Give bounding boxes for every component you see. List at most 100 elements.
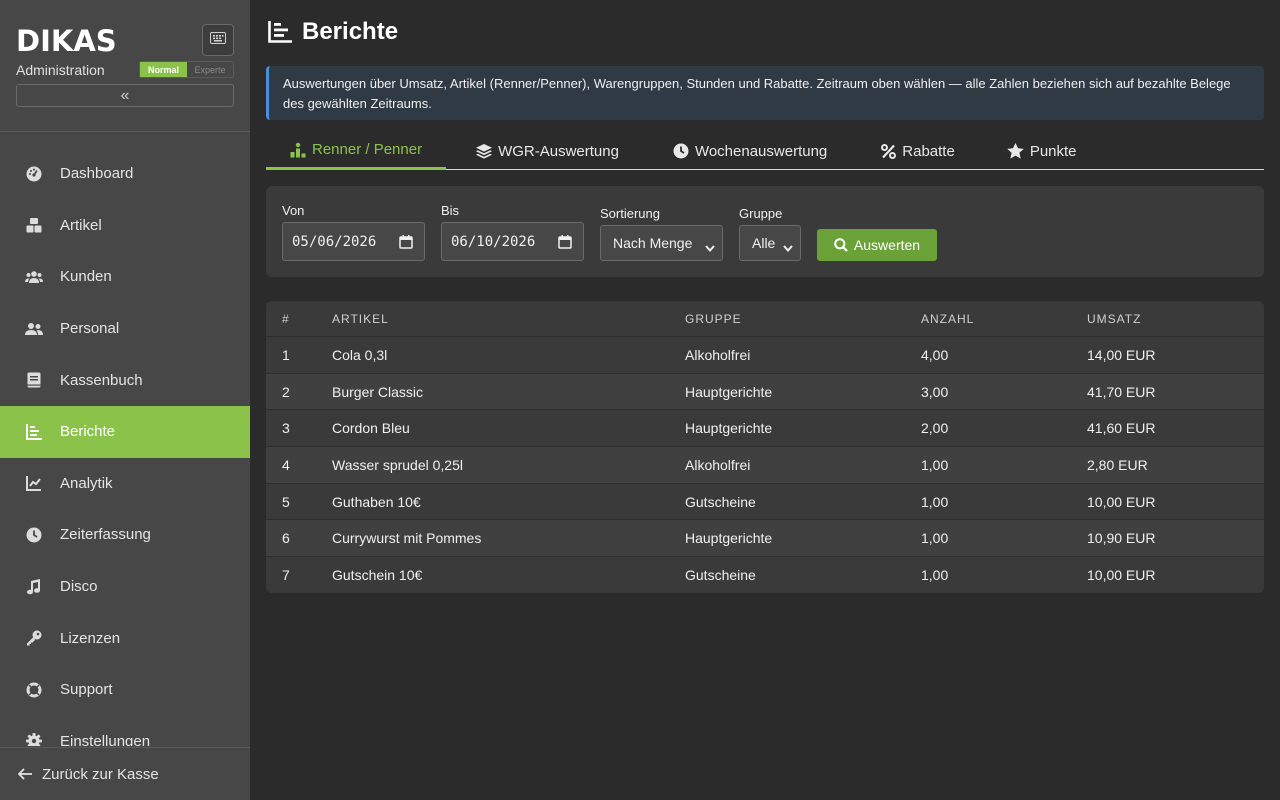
cell-umsatz: 10,00 EUR bbox=[1087, 566, 1156, 583]
collapse-sidebar-button[interactable]: « bbox=[16, 84, 234, 107]
sidebar-item-personal[interactable]: Personal bbox=[0, 303, 250, 355]
chart-line-icon bbox=[25, 474, 43, 492]
von-date-input[interactable]: 05/06/2026 bbox=[282, 222, 425, 261]
sidebar-item-dashboard[interactable]: Dashboard bbox=[0, 148, 250, 200]
von-label: Von bbox=[282, 203, 305, 218]
cell-rank: 6 bbox=[282, 530, 290, 547]
tab-label: Punkte bbox=[1029, 142, 1077, 160]
bis-date-value: 06/10/2026 bbox=[451, 233, 536, 250]
key-icon bbox=[25, 629, 43, 647]
cell-umsatz: 10,00 EUR bbox=[1087, 493, 1156, 510]
keyboard-icon bbox=[210, 31, 226, 49]
col-header-artikel[interactable]: ARTIKEL bbox=[332, 312, 389, 326]
gear-icon bbox=[25, 732, 43, 746]
cell-artikel: Cordon Bleu bbox=[332, 420, 410, 437]
tab-punkte[interactable]: Punkte bbox=[981, 132, 1103, 170]
results-table: # ARTIKEL GRUPPE ANZAHL UMSATZ 1 Cola 0,… bbox=[266, 301, 1264, 593]
keyboard-button[interactable] bbox=[202, 24, 234, 56]
cell-rank: 7 bbox=[282, 566, 290, 583]
bis-label: Bis bbox=[441, 203, 460, 218]
clock-icon bbox=[673, 143, 689, 159]
bis-date-input[interactable]: 06/10/2026 bbox=[441, 222, 584, 261]
sidebar-item-berichte[interactable]: Berichte bbox=[0, 405, 250, 458]
tab-rabatte[interactable]: Rabatte bbox=[855, 132, 981, 170]
sidebar-item-kassenbuch[interactable]: Kassenbuch bbox=[0, 354, 250, 406]
table-row: 4 Wasser sprudel 0,25l Alkoholfrei 1,00 … bbox=[266, 446, 1264, 483]
sidebar-item-label: Support bbox=[60, 681, 113, 699]
sort-select-value: Nach Menge bbox=[613, 235, 693, 251]
cell-gruppe: Gutscheine bbox=[685, 566, 756, 583]
sidebar-item-zeiterfassung[interactable]: Zeiterfassung bbox=[0, 509, 250, 561]
auswerten-label: Auswerten bbox=[853, 237, 921, 253]
users-icon bbox=[25, 268, 43, 286]
percent-icon bbox=[881, 143, 897, 159]
cell-anzahl: 1,00 bbox=[921, 493, 949, 510]
back-to-register-link[interactable]: Zurück zur Kasse bbox=[0, 747, 250, 800]
sidebar-item-label: Berichte bbox=[60, 423, 116, 441]
cell-artikel: Cola 0,3l bbox=[332, 346, 388, 363]
cell-artikel: Guthaben 10€ bbox=[332, 493, 421, 510]
cell-gruppe: Alkoholfrei bbox=[685, 346, 751, 363]
clock-icon bbox=[25, 526, 43, 544]
cell-artikel: Wasser sprudel 0,25l bbox=[332, 456, 463, 473]
info-text: Auswertungen über Umsatz, Artikel (Renne… bbox=[283, 76, 1231, 111]
sidebar-item-label: Artikel bbox=[60, 216, 102, 234]
calendar-icon[interactable] bbox=[558, 235, 572, 253]
tab-label: Wochenauswertung bbox=[694, 142, 828, 160]
star-icon bbox=[1007, 143, 1024, 159]
sidebar-item-label: Personal bbox=[60, 320, 120, 338]
chart-bar-icon bbox=[25, 423, 43, 441]
sidebar-item-kunden[interactable]: Kunden bbox=[0, 251, 250, 303]
sidebar: DIKAS Administration Normal Experte « Da… bbox=[0, 0, 250, 800]
sidebar-item-label: Zeiterfassung bbox=[60, 526, 151, 544]
cell-rank: 1 bbox=[282, 346, 290, 363]
cell-gruppe: Hauptgerichte bbox=[685, 420, 773, 437]
cell-umsatz: 41,60 EUR bbox=[1087, 420, 1156, 437]
report-tabs: Renner / Penner WGR-Auswertung Wochenaus… bbox=[266, 132, 1264, 170]
cell-rank: 4 bbox=[282, 456, 290, 473]
tab-label: Renner / Penner bbox=[312, 141, 423, 158]
cell-umsatz: 41,70 EUR bbox=[1087, 383, 1156, 400]
cell-anzahl: 4,00 bbox=[921, 346, 949, 363]
group-select[interactable]: Alle bbox=[739, 225, 801, 261]
tab-wgr-auswertung[interactable]: WGR-Auswertung bbox=[446, 132, 645, 170]
chevron-down-icon bbox=[783, 239, 793, 255]
col-header-anzahl[interactable]: ANZAHL bbox=[921, 312, 974, 326]
group-label: Gruppe bbox=[739, 206, 783, 221]
col-header-umsatz[interactable]: UMSATZ bbox=[1087, 312, 1141, 326]
filter-card: Von 05/06/2026 Bis 06/10/2026 Sortierung… bbox=[266, 186, 1264, 277]
sidebar-item-label: Dashboard bbox=[60, 165, 134, 183]
tab-wochenauswertung[interactable]: Wochenauswertung bbox=[645, 132, 855, 170]
table-row: 7 Gutschein 10€ Gutscheine 1,00 10,00 EU… bbox=[266, 556, 1264, 593]
mode-normal-button[interactable]: Normal bbox=[140, 62, 187, 77]
cell-anzahl: 1,00 bbox=[921, 566, 949, 583]
sidebar-item-einstellungen[interactable]: Einstellungen bbox=[0, 716, 250, 746]
tab-renner-penner[interactable]: Renner / Penner bbox=[266, 132, 447, 170]
cell-umsatz: 2,80 EUR bbox=[1087, 456, 1148, 473]
sidebar-item-disco[interactable]: Disco bbox=[0, 561, 250, 613]
mode-expert-button[interactable]: Experte bbox=[187, 62, 233, 77]
col-header-gruppe[interactable]: GRUPPE bbox=[685, 312, 742, 326]
cell-anzahl: 1,00 bbox=[921, 530, 949, 547]
cell-gruppe: Alkoholfrei bbox=[685, 456, 751, 473]
table-row: 5 Guthaben 10€ Gutscheine 1,00 10,00 EUR bbox=[266, 482, 1264, 520]
cell-umsatz: 10,90 EUR bbox=[1087, 530, 1156, 547]
sidebar-item-analytik[interactable]: Analytik bbox=[0, 458, 250, 510]
von-date-value: 05/06/2026 bbox=[292, 233, 377, 250]
auswerten-button[interactable]: Auswerten bbox=[817, 229, 937, 261]
sidebar-item-label: Disco bbox=[60, 578, 98, 596]
sidebar-item-artikel[interactable]: Artikel bbox=[0, 200, 250, 252]
sidebar-item-lizenzen[interactable]: Lizenzen bbox=[0, 612, 250, 664]
sidebar-item-support[interactable]: Support bbox=[0, 664, 250, 716]
gauge-icon bbox=[25, 165, 43, 183]
logo: DIKAS bbox=[16, 24, 117, 58]
sidebar-item-label: Kassenbuch bbox=[60, 371, 143, 389]
page-title-text: Berichte bbox=[302, 18, 399, 45]
calendar-icon[interactable] bbox=[399, 235, 413, 253]
sidebar-item-label: Lizenzen bbox=[60, 629, 121, 647]
sort-select[interactable]: Nach Menge bbox=[600, 225, 723, 261]
chart-bar-icon bbox=[268, 21, 292, 43]
cell-anzahl: 1,00 bbox=[921, 456, 949, 473]
table-row: 3 Cordon Bleu Hauptgerichte 2,00 41,60 E… bbox=[266, 409, 1264, 446]
cell-anzahl: 3,00 bbox=[921, 383, 949, 400]
